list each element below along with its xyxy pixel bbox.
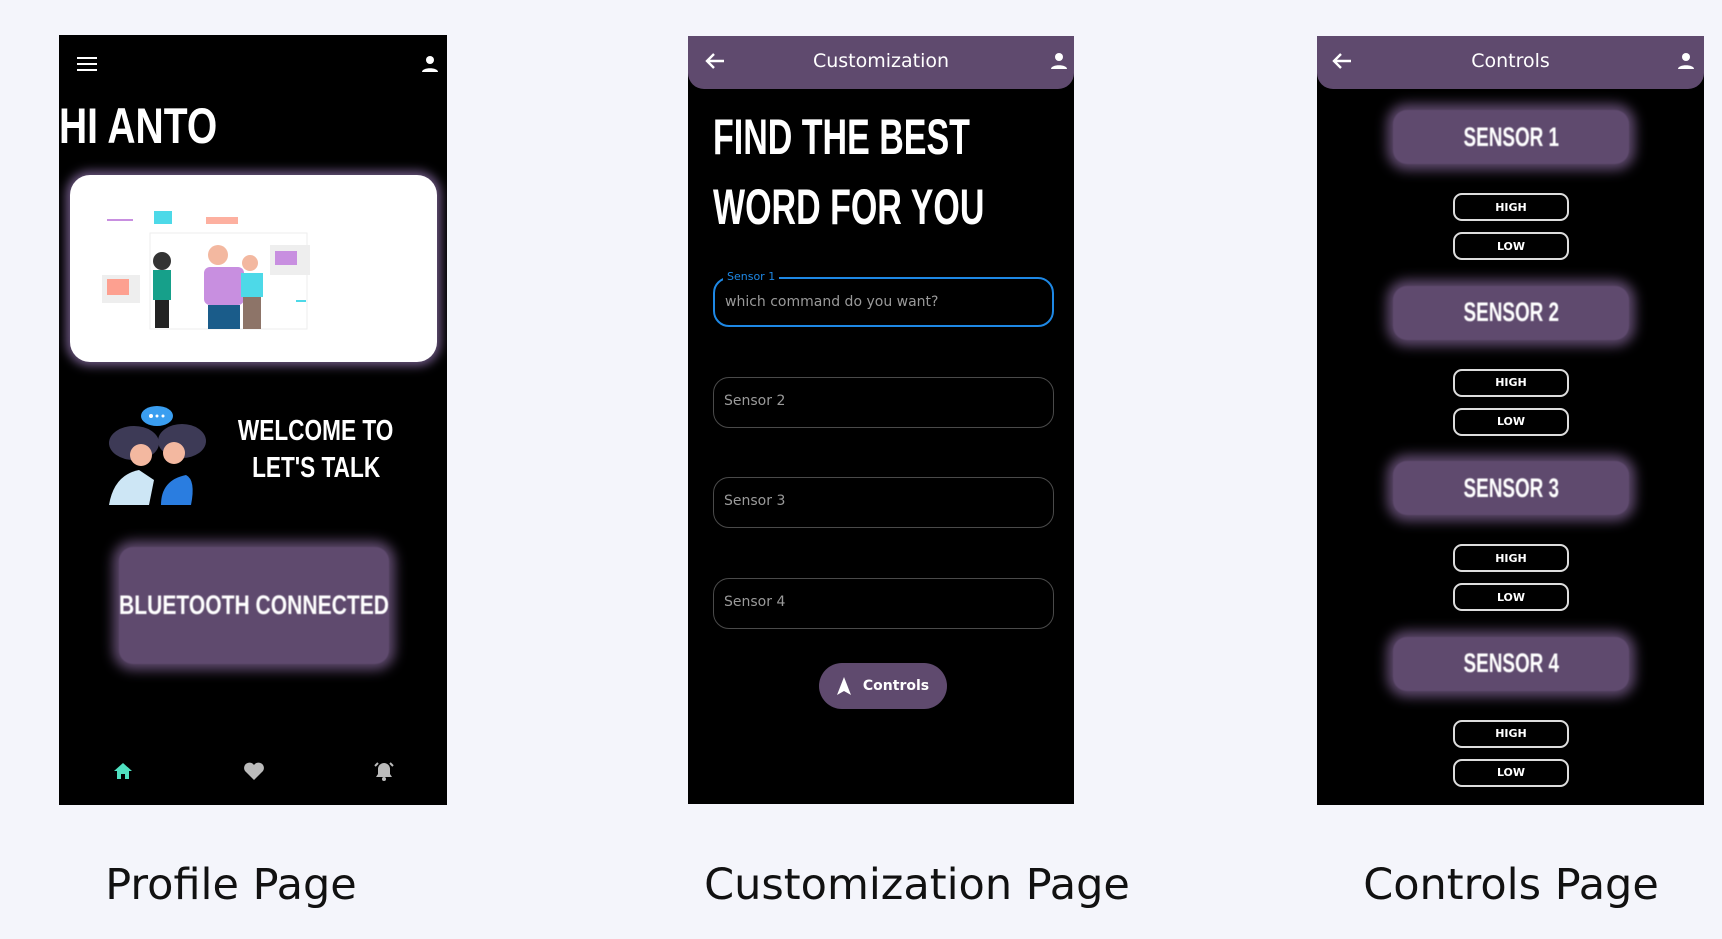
welcome-line-1: WELCOME TO [238,415,394,447]
screen-title: Controls [1471,50,1550,72]
sensor-2-input[interactable]: Sensor 2 [713,377,1054,428]
low-button[interactable]: LOW [1453,407,1569,436]
illustration-card [70,175,437,362]
bluetooth-status-label: BLUETOOTH CONNECTED [119,590,389,620]
sensor-4-input[interactable]: Sensor 4 [713,578,1054,629]
app-bar: Controls [1317,36,1704,89]
low-button[interactable]: LOW [1453,232,1569,260]
bell-icon[interactable] [373,760,395,782]
sensor-1-label: Sensor 1 [723,270,780,283]
home-icon[interactable] [113,762,133,780]
controls-screen: Controls SENSOR 1 HIGH LOW SENSOR 2 HIGH… [1317,36,1704,805]
sensor-1-input[interactable]: Sensor 1 which command do you want? [713,270,1054,327]
high-button[interactable]: HIGH [1453,544,1569,572]
sensor-name: SENSOR 4 [1463,648,1559,678]
profile-screen: HI ANTO WELCOME TO LET'S TALK BLUETOOTH … [59,35,447,805]
sensor-card: SENSOR 1 [1393,110,1629,164]
greeting: HI ANTO [59,98,218,154]
welcome-line-2: LET'S TALK [251,452,381,484]
sensor-card: SENSOR 2 [1393,285,1629,340]
sensor-name: SENSOR 1 [1463,121,1559,152]
bluetooth-status-button[interactable]: BLUETOOTH CONNECTED [119,547,389,664]
chat-illustration [109,406,206,505]
profile-icon[interactable] [1050,52,1068,70]
team-illustration [102,211,310,330]
sensor-card: SENSOR 4 [1393,636,1629,691]
headline-line-2: WORD FOR YOU [713,179,985,235]
customization-screen: Customization FIND THE BEST WORD FOR YOU… [688,36,1074,804]
low-button[interactable]: LOW [1453,583,1569,611]
sensor-3-input[interactable]: Sensor 3 [713,477,1054,528]
sensor-name: SENSOR 3 [1463,472,1559,503]
screen-title: Customization [812,50,950,72]
high-button[interactable]: HIGH [1453,193,1569,221]
high-button[interactable]: HIGH [1453,719,1569,748]
sensor-card: SENSOR 3 [1393,461,1629,515]
controls-button-label: Controls [862,678,930,694]
heart-icon[interactable] [243,762,265,781]
controls-button[interactable]: Controls [819,663,947,709]
profile-icon[interactable] [421,55,439,73]
sensor-name: SENSOR 2 [1463,297,1559,327]
high-button[interactable]: HIGH [1453,368,1569,397]
caption-profile: Profile Page [105,860,357,910]
profile-icon[interactable] [1677,52,1695,70]
caption-controls: Controls Page [1363,860,1659,910]
headline-line-1: FIND THE BEST [713,109,970,165]
menu-icon[interactable] [77,56,97,72]
low-button[interactable]: LOW [1453,758,1569,787]
app-bar: Customization [688,36,1074,89]
caption-customization: Customization Page [704,860,1130,910]
navigation-arrow-icon [836,677,851,695]
